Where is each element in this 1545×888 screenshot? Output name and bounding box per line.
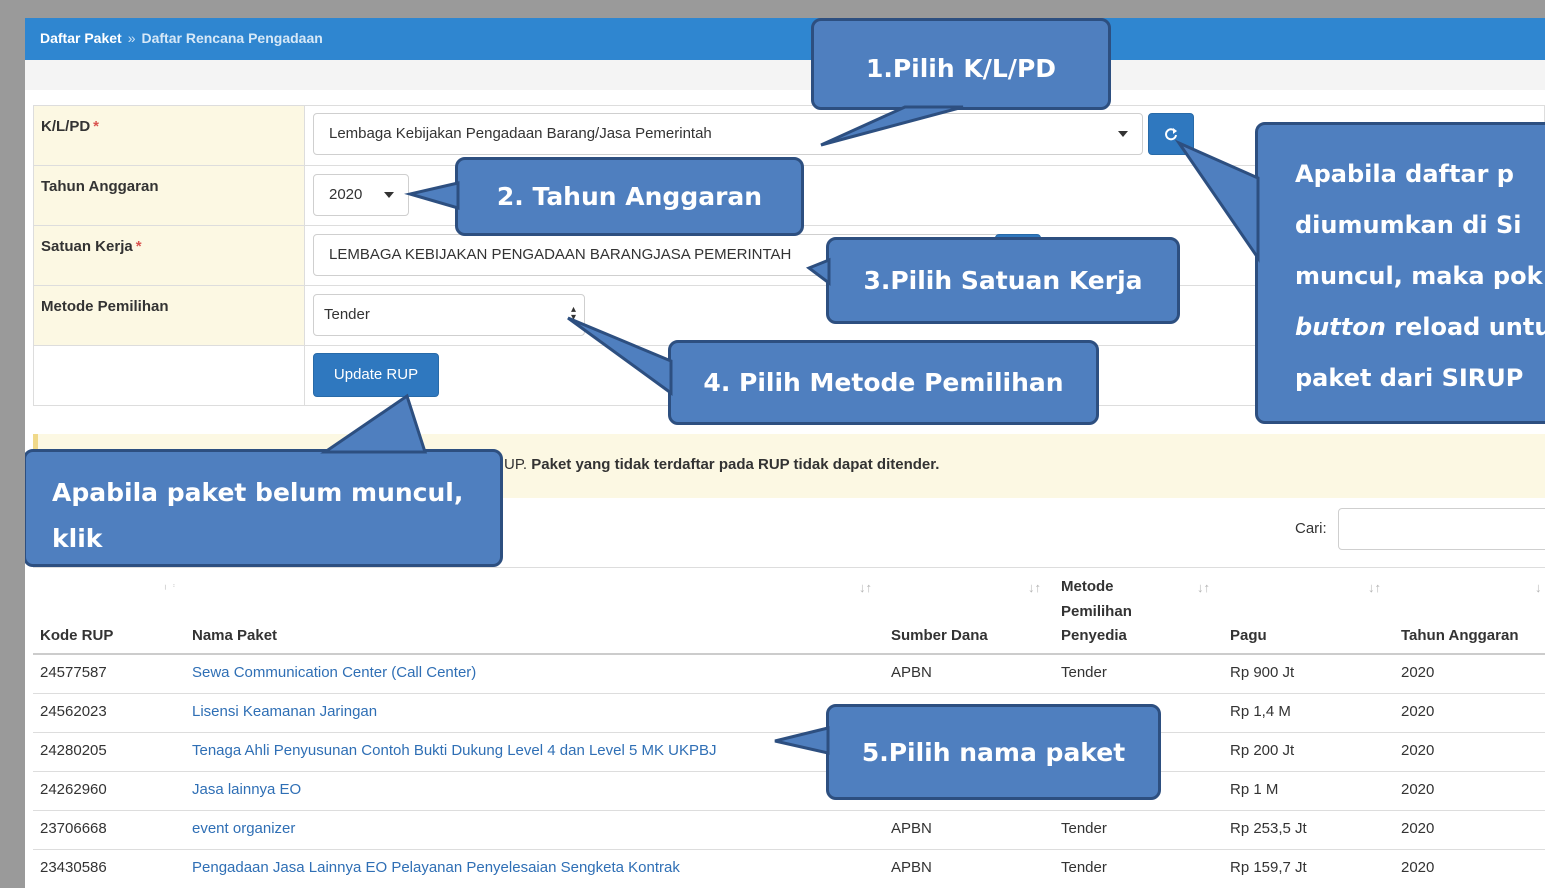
satker-value: LEMBAGA KEBIJAKAN PENGADAAN BARANGJASA P…	[329, 246, 792, 263]
cell-pagu: Rp 200 Jt	[1230, 742, 1295, 759]
callout-update-line1: Apabila paket belum muncul, klik	[52, 478, 464, 553]
cell-pagu: Rp 253,5 Jt	[1230, 820, 1307, 837]
klpd-label: K/L/PD *	[33, 105, 305, 166]
empty-label-cell	[33, 345, 305, 406]
col-header-kode[interactable]: Kode RUP	[40, 627, 113, 644]
cell-tahun: 2020	[1401, 742, 1435, 759]
cell-tahun: 2020	[1401, 664, 1435, 681]
callout-reload-line1: Apabila daftar p	[1295, 160, 1514, 188]
tahun-label: Tahun Anggaran	[33, 165, 305, 226]
app-window: Daftar Paket » Daftar Rencana Pengadaan K/…	[25, 18, 1545, 888]
cell-pagu: Rp 159,7 Jt	[1230, 859, 1307, 876]
sort-icon[interactable]: ↓↑	[1028, 580, 1041, 595]
callout-satuan-kerja: 3.Pilih Satuan Kerja	[826, 237, 1180, 324]
cell-kode: 24262960	[40, 781, 107, 798]
breadcrumb: Daftar Paket » Daftar Rencana Pengadaan	[40, 30, 323, 46]
callout-tahun-anggaran: 2. Tahun Anggaran	[455, 157, 804, 236]
cell-sumber: APBN	[891, 664, 932, 681]
notice-text: UP. Paket yang tidak terdaftar pada RUP …	[504, 456, 940, 473]
col-header-metode-1[interactable]: Metode	[1061, 578, 1114, 595]
cell-nama[interactable]: event organizer	[192, 820, 295, 837]
cell-tahun: 2020	[1401, 820, 1435, 837]
klpd-select[interactable]: Lembaga Kebijakan Pengadaan Barang/Jasa …	[313, 113, 1143, 155]
metode-value: Tender	[324, 306, 370, 323]
callout-reload-line4: button reload untu	[1295, 313, 1545, 341]
table-row-divider	[33, 771, 1545, 772]
metode-select[interactable]: Tender ▴ ▾	[313, 294, 585, 336]
callout-update-line2: button Update RUP	[52, 570, 324, 599]
col-header-sumber[interactable]: Sumber Dana	[891, 627, 988, 644]
cell-nama[interactable]: Sewa Communication Center (Call Center)	[192, 664, 476, 681]
callout-reload: Apabila daftar p diumumkan di Si muncul,…	[1255, 122, 1545, 424]
callout-metode-pemilihan: 4. Pilih Metode Pemilihan	[668, 340, 1099, 425]
col-header-nama[interactable]: Nama Paket	[192, 627, 277, 644]
table-row-divider	[33, 810, 1545, 811]
table-row-divider	[33, 849, 1545, 850]
cell-kode: 24562023	[40, 703, 107, 720]
callout-reload-line3: muncul, maka pok	[1295, 262, 1543, 290]
cell-nama[interactable]: Jasa lainnya EO	[192, 781, 301, 798]
callout-nama-paket: 5.Pilih nama paket	[826, 704, 1161, 800]
cell-nama[interactable]: Pengadaan Jasa Lainnya EO Pelayanan Peny…	[192, 859, 680, 876]
table-header-divider	[33, 653, 1545, 655]
breadcrumb-current: Daftar Rencana Pengadaan	[141, 30, 323, 46]
col-header-metode-2[interactable]: Pemilihan	[1061, 603, 1132, 620]
cell-kode: 23430586	[40, 859, 107, 876]
cell-metode: Tender	[1061, 820, 1107, 837]
metode-label: Metode Pemilihan	[33, 285, 305, 346]
cell-metode: Tender	[1061, 664, 1107, 681]
tahun-select[interactable]: 2020	[313, 174, 409, 216]
cell-pagu: Rp 1,4 M	[1230, 703, 1291, 720]
table-row-divider	[33, 732, 1545, 733]
cell-sumber: APBN	[891, 859, 932, 876]
sort-icon[interactable]: ↓↑	[859, 580, 872, 595]
satker-label: Satuan Kerja *	[33, 225, 305, 286]
cell-pagu: Rp 900 Jt	[1230, 664, 1295, 681]
reload-button[interactable]	[1148, 113, 1194, 155]
col-header-pagu[interactable]: Pagu	[1230, 627, 1267, 644]
sort-icon[interactable]: ↓	[1535, 580, 1542, 595]
cell-tahun: 2020	[1401, 703, 1435, 720]
search-label: Cari:	[1295, 520, 1327, 537]
callout-reload-line5: paket dari SIRUP	[1295, 364, 1524, 392]
cell-nama[interactable]: Lisensi Keamanan Jaringan	[192, 703, 377, 720]
sub-toolbar	[25, 60, 1545, 90]
cell-metode: Tender	[1061, 859, 1107, 876]
reload-icon	[1165, 128, 1177, 141]
cell-sumber: APBN	[891, 820, 932, 837]
klpd-value: Lembaga Kebijakan Pengadaan Barang/Jasa …	[329, 125, 712, 142]
callout-pilih-klpd: 1.Pilih K/L/PD	[811, 18, 1111, 110]
sort-icon[interactable]: ↓↑	[1368, 580, 1381, 595]
table-row-divider	[33, 693, 1545, 694]
cell-kode: 24280205	[40, 742, 107, 759]
search-input[interactable]	[1338, 508, 1545, 550]
update-rup-button[interactable]: Update RUP	[313, 353, 439, 397]
cell-kode: 23706668	[40, 820, 107, 837]
cell-nama[interactable]: Tenaga Ahli Penyusunan Contoh Bukti Duku…	[192, 742, 717, 759]
chevron-down-icon	[1118, 131, 1128, 137]
callout-reload-line2: diumumkan di Si	[1295, 211, 1522, 239]
updown-icon: ▴ ▾	[570, 304, 576, 323]
sort-icon[interactable]: ↓↑	[1197, 580, 1210, 595]
col-header-metode-3[interactable]: Penyedia	[1061, 627, 1127, 644]
chevron-down-icon	[384, 192, 394, 198]
cell-tahun: 2020	[1401, 859, 1435, 876]
breadcrumb-daftar-paket[interactable]: Daftar Paket	[40, 30, 122, 46]
header-bar: Daftar Paket » Daftar Rencana Pengadaan	[25, 18, 1545, 60]
cell-kode: 24577587	[40, 664, 107, 681]
tahun-value: 2020	[329, 186, 363, 203]
col-header-tahun[interactable]: Tahun Anggaran	[1401, 627, 1519, 644]
cell-pagu: Rp 1 M	[1230, 781, 1279, 798]
breadcrumb-separator: »	[127, 30, 136, 46]
callout-update-rup: Apabila paket belum muncul, klik button …	[25, 449, 503, 599]
cell-tahun: 2020	[1401, 781, 1435, 798]
